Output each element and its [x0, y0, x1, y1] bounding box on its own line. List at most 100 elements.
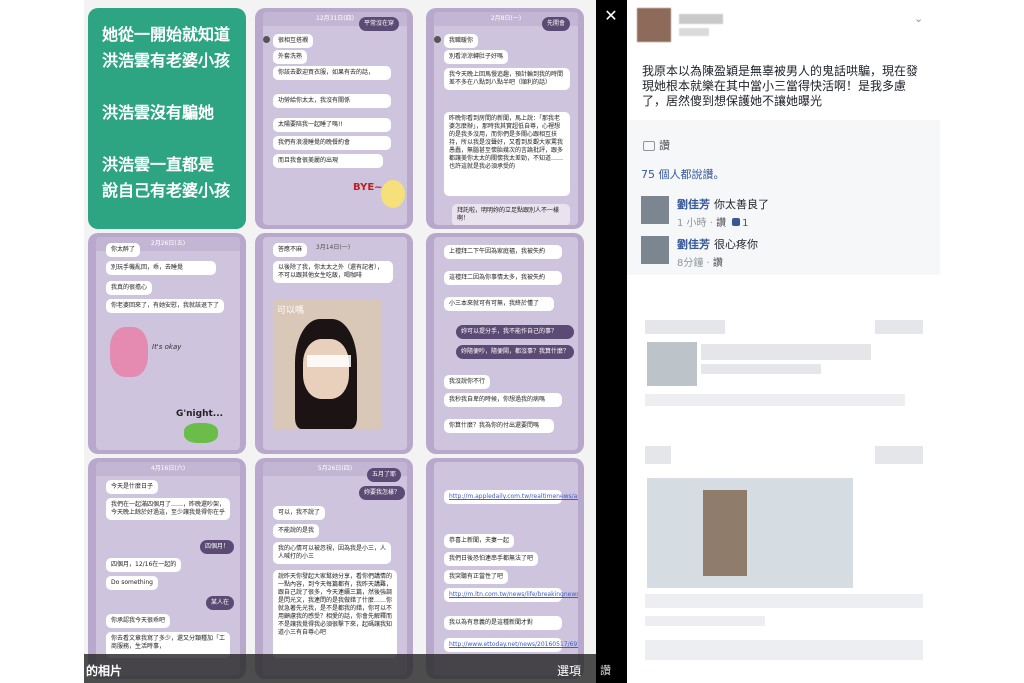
- chat-screenshot-5: 上禮拜二下午因為家庭褔，我被失約 這禮拜二因為你事情太多，我被失約 小三本來就可…: [426, 233, 584, 454]
- chat-link[interactable]: http://www.ettoday.net/news/20160517/695…: [444, 638, 578, 652]
- chat-bubble: 拜託啦，明明妳的立足點跟別人不一樣啊！: [452, 204, 570, 225]
- timestamp-blurred: [679, 28, 709, 36]
- chat-bubble: 可以，我不說了: [273, 506, 326, 520]
- comment-like-count: 1: [742, 218, 749, 229]
- caption-line: 洪浩雲有老婆小孩: [102, 51, 231, 70]
- likes-count[interactable]: 75 個人都說讚。: [641, 166, 725, 182]
- chat-bubble: 別看涼涼轉肚子好嗎: [444, 50, 509, 64]
- caption-card: 她從一開始就知道 洪浩雲有老婆小孩 洪浩雲沒有騙她 洪浩雲一直都是 說自己有老婆…: [88, 8, 246, 229]
- options-button[interactable]: 選項: [557, 662, 581, 679]
- woman-photo[interactable]: 可以嗎: [273, 299, 381, 429]
- chat-bubble: 某人在: [206, 596, 235, 610]
- sticker-text: G'night...: [176, 409, 224, 419]
- photo-face: [303, 339, 349, 399]
- chat-bubble: 答應不麻: [273, 243, 308, 257]
- thumbs-up-icon: [643, 141, 655, 151]
- blurred-content: [645, 616, 765, 626]
- blurred-content: [645, 394, 905, 406]
- chat-bubble: 我突聽有正當性了吧: [444, 570, 509, 584]
- comment-time: 1 小時: [677, 218, 707, 229]
- chat-bubble: 平常沒在穿: [359, 17, 400, 31]
- chat-bubble: 我沒說你不行: [444, 375, 491, 389]
- chat-screenshot-3: 2月26日(五) 你太醉了 別玩手機亂回，乖，去睡覺 我真的很擔心 你老婆回來了…: [88, 233, 246, 454]
- chat-bubble: 我們日後恐怕連串手都無法了吧: [444, 552, 539, 566]
- commenter-avatar[interactable]: [641, 196, 669, 224]
- chat-screenshot-4: 答應不麻 3月14日(一) 以後除了我，你太太之外（還有記者），不可以跟其他女生…: [255, 233, 413, 454]
- author-avatar[interactable]: [637, 8, 671, 42]
- chat-screenshot-6: 4月16日(六) 今天是什麼日子 我們在一起滿四個月了……，昨晚還吵架，今天晚上…: [88, 458, 246, 679]
- chat-bubble: 你承認我今天很乖吧: [106, 614, 171, 628]
- post-header: ⌄ 我原本以為陳盈穎是無辜被男人的鬼話哄騙，現在發現她根本就樂在其中當小三當得快…: [627, 0, 940, 120]
- commenter-avatar[interactable]: [641, 236, 669, 264]
- chat-bubble: 我今天晚上回馬慢追趣，預計輪到我的時間差不多在八點到八點半吧（順利的話）: [444, 68, 570, 90]
- chat-bubble: 我們有浪漫睡覺的晚餐約會: [273, 136, 391, 150]
- post-panel: ⌄ 我原本以為陳盈穎是無辜被男人的鬼話哄騙，現在發現她根本就樂在其中當小三當得快…: [627, 0, 940, 275]
- blurred-image: [647, 478, 853, 588]
- post-text: 我原本以為陳盈穎是無辜被男人的鬼話哄騙，現在發現她根本就樂在其中當小三當得快活啊…: [642, 64, 919, 108]
- blurred-content: [875, 446, 923, 464]
- viewer-edge: [596, 0, 627, 683]
- photo-bottom-bar: [84, 654, 596, 683]
- chat-bubble: 你太醉了: [106, 243, 141, 257]
- chat-date: 3月14日(一): [315, 244, 351, 251]
- chat-bubble: 先開會: [542, 17, 571, 31]
- sticker-text: It's okay: [152, 343, 182, 351]
- chat-bubble: Do something: [106, 576, 158, 590]
- chat-bubble: 恭喜上新聞，夫妻一起: [444, 534, 515, 548]
- blurred-content: [647, 342, 697, 386]
- author-name-blurred: [679, 14, 723, 24]
- chat-bubble: 功勞給你太太，我沒有關係: [273, 94, 391, 108]
- chat-bubble: 你該去歡迎買衣服，如果有去的話，: [273, 66, 391, 80]
- close-icon[interactable]: ✕: [603, 8, 619, 24]
- blurred-content: [645, 320, 725, 334]
- blurred-content: [875, 320, 923, 334]
- like-icon: [732, 218, 741, 226]
- couple-sticker-icon: [110, 327, 148, 377]
- chat-screenshot-7: 5月26日(四) 五月了耶 妳要我怎樣？ 可以，我不說了 不能說的是我 我的心情…: [255, 458, 413, 679]
- chat-bubble: 說昨天你發起大家幫她分享，看你們講情的一點內容，到今天每篇都有，我昨天講難，跟自…: [273, 570, 397, 658]
- chat-link[interactable]: http://m.appledaily.com.tw/realtimenews/…: [444, 490, 578, 504]
- post-sidebar: ⌄ 我原本以為陳盈穎是無辜被男人的鬼話哄騙，現在發現她根本就樂在其中當小三當得快…: [627, 0, 1024, 683]
- chat-bubble: 我們在一起滿四個月了……，昨晚還吵架，今天晚上餘於好過這，至少讓我覺得你在乎: [106, 498, 230, 520]
- like-button[interactable]: 讚: [643, 137, 670, 153]
- chat-bubble: 四個月！: [200, 540, 235, 554]
- blurred-content: [645, 594, 923, 608]
- chat-bubble: 五月了耶: [367, 468, 402, 482]
- album-link[interactable]: 的相片: [86, 662, 122, 679]
- chat-bubble: 你算什麼？我為你的付出還要問嗎: [444, 419, 554, 433]
- chat-bubble: 小三本來就可有可無，我終於懂了: [444, 297, 554, 311]
- blurred-content: [645, 640, 923, 660]
- chat-bubble: 你老婆回來了，有她安慰，我就該退下了: [106, 299, 224, 313]
- commenter-name[interactable]: 劉佳芳: [677, 198, 710, 211]
- chat-bubble: 外套洗熟: [273, 50, 308, 64]
- commenter-name[interactable]: 劉佳芳: [677, 238, 710, 251]
- chevron-down-icon[interactable]: ⌄: [914, 12, 923, 25]
- like-button-small[interactable]: 讚: [600, 662, 611, 678]
- chat-bubble: 今天是什麼日子: [106, 480, 159, 494]
- avatar: [263, 36, 270, 43]
- goodnight-sticker-icon: [184, 423, 218, 443]
- chat-bubble: 我秒我自卑的時候，你想過我的病嗎: [444, 393, 562, 407]
- blurred-content: [645, 446, 671, 464]
- comment-text: 很心疼你: [714, 238, 758, 251]
- chat-bubble: 很相互搭襯: [273, 34, 314, 48]
- comment-like-button[interactable]: 讚: [713, 258, 723, 269]
- chat-bubble: 這禮拜二因為你事情太多，我被失約: [444, 271, 562, 285]
- chat-bubble: 昨晚你看到房間的新聞，馬上說：「那我老婆怎麼辦」，那時我其實超低自尊，心裡想的是…: [444, 112, 570, 196]
- chat-bubble: 別玩手機亂回，乖，去睡覺: [106, 261, 216, 275]
- photo-collage[interactable]: 她從一開始就知道 洪浩雲有老婆小孩 洪浩雲沒有騙她 洪浩雲一直都是 說自己有老婆…: [84, 0, 596, 683]
- comment-like-button[interactable]: 讚: [716, 218, 726, 229]
- censor-bar: [307, 355, 351, 367]
- caption-line: 洪浩雲一直都是: [102, 155, 215, 174]
- like-label: 讚: [659, 139, 670, 152]
- chat-bubble: 妳隨便吵，隨便鬧，都沒事？我算什麼？: [456, 345, 574, 359]
- caption-text: 她從一開始就知道 洪浩雲有老婆小孩 洪浩雲沒有騙她 洪浩雲一直都是 說自己有老婆…: [102, 22, 230, 204]
- blurred-content: [701, 344, 871, 360]
- chat-bubble: 妳要我怎樣？: [359, 486, 406, 500]
- chat-bubble: 不能說的是我: [273, 524, 320, 538]
- chat-bubble: 而且我會很美麗的出現: [273, 154, 383, 168]
- chat-link[interactable]: http://m.ltn.com.tw/news/life/breakingne…: [444, 588, 578, 602]
- chat-date: 4月16日(六): [96, 462, 240, 476]
- bye-sticker: BYE~: [353, 182, 383, 193]
- caption-line: 她從一開始就知道: [102, 25, 231, 44]
